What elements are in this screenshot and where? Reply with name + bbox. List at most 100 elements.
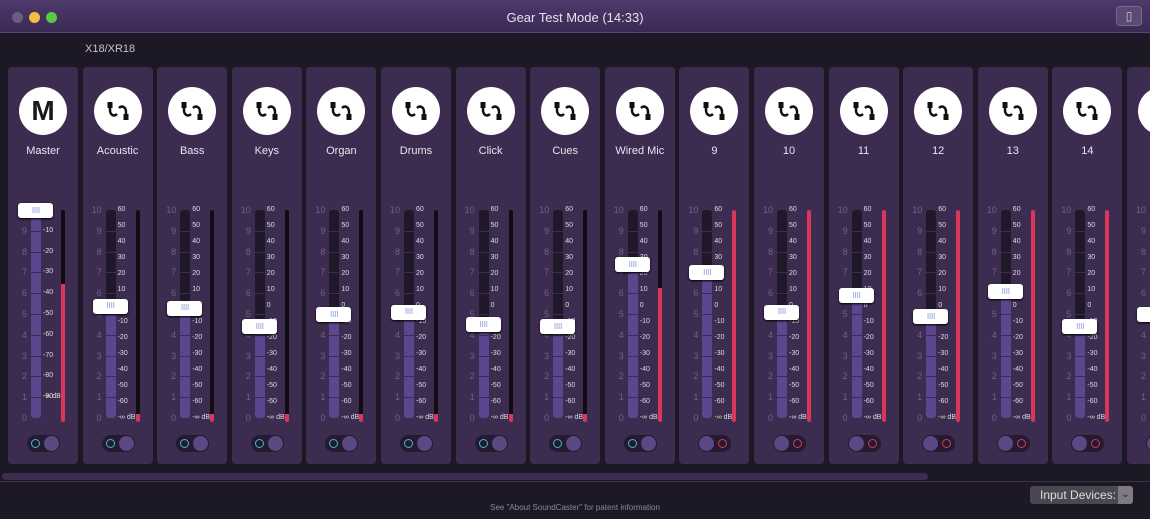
fader-segment (926, 251, 937, 253)
channel-name: Click (478, 145, 503, 157)
route-toggle[interactable] (250, 435, 284, 452)
fader-knob[interactable]: ⠿⠿ (689, 265, 725, 281)
fader-track[interactable] (553, 210, 564, 418)
cable-icon[interactable] (168, 87, 217, 135)
fader-knob[interactable]: ⠿⠿ (316, 307, 352, 322)
scrollbar-thumb[interactable] (2, 473, 928, 480)
fader-track[interactable] (851, 210, 862, 418)
cable-icon[interactable] (839, 87, 888, 135)
fader-segment (926, 355, 937, 357)
fader-segment (404, 334, 414, 336)
fader-track[interactable] (627, 210, 638, 418)
cable-icon[interactable] (765, 87, 813, 135)
fader-knob[interactable]: ⠿⠿ (465, 317, 501, 333)
route-toggle[interactable] (847, 435, 881, 452)
fader-track[interactable] (478, 210, 489, 418)
fader-knob[interactable]: ⠿⠿ (764, 304, 799, 320)
db-scale-label: -∞ dB (1012, 414, 1031, 421)
fader-knob[interactable]: ⠿⠿ (1062, 319, 1098, 335)
fader-knob[interactable]: ⠿⠿ (18, 203, 53, 218)
fader-scale-label: 4 (320, 329, 326, 340)
db-scale-label: -30 (43, 268, 54, 276)
fader-scale-label: 8 (245, 246, 251, 257)
db-scale-label: -20 (863, 334, 874, 341)
cable-icon[interactable] (1138, 87, 1150, 135)
cable-icon[interactable] (317, 87, 366, 135)
fader-scale-label: 2 (394, 371, 400, 382)
route-toggle[interactable] (1071, 435, 1105, 452)
fader-track[interactable] (1000, 210, 1011, 418)
fader-knob[interactable]: ⠿⠿ (241, 319, 277, 335)
fader-scale-label: 7 (21, 267, 27, 278)
fader-knob[interactable]: ⠿⠿ (391, 304, 426, 320)
cable-icon[interactable] (914, 87, 963, 135)
fader-scale-label: 5 (618, 309, 624, 319)
db-scale-label: -60 (490, 398, 501, 405)
db-scale-label: -60 (714, 398, 725, 405)
db-scale-label: 40 (266, 238, 275, 245)
fader-knob[interactable]: ⠿⠿ (838, 288, 874, 304)
db-scale-label: -∞ dB (938, 414, 957, 421)
horizontal-scrollbar[interactable] (0, 472, 1150, 481)
route-toggle[interactable] (400, 435, 433, 452)
db-scale-label: 20 (192, 270, 200, 277)
fader-knob[interactable]: ⠿⠿ (92, 298, 128, 314)
toggle-knob (193, 436, 209, 451)
fader-segment (31, 334, 41, 336)
meter-fill (434, 413, 438, 422)
fader-knob[interactable]: ⠿⠿ (167, 300, 203, 316)
route-toggle[interactable] (922, 435, 956, 452)
route-toggle[interactable] (176, 435, 210, 452)
fader-knob[interactable]: ⠿⠿ (614, 257, 650, 273)
divider (0, 481, 1150, 482)
db-scale-label: -60 (863, 398, 874, 405)
master-icon[interactable]: M (19, 87, 67, 135)
cable-icon[interactable] (988, 87, 1037, 135)
db-scale-label: 20 (416, 270, 424, 277)
fader-track[interactable] (31, 210, 41, 418)
fader-fill (478, 324, 489, 418)
fader-segment (851, 251, 862, 253)
route-toggle[interactable] (623, 435, 657, 452)
input-ring-icon (254, 439, 264, 448)
fader-scale-label: 1 (1140, 392, 1146, 403)
fader-track[interactable] (702, 210, 713, 418)
route-toggle[interactable] (474, 435, 508, 452)
route-toggle[interactable] (101, 435, 135, 452)
fader-knob[interactable]: ⠿⠿ (1137, 307, 1150, 322)
fader-knob[interactable]: ⠿⠿ (987, 284, 1023, 300)
phone-icon[interactable]: ▯ (1116, 6, 1142, 26)
cable-icon[interactable] (541, 87, 590, 135)
fader-knob[interactable]: ⠿⠿ (540, 319, 576, 335)
route-toggle[interactable] (1146, 435, 1150, 452)
input-devices-dropdown[interactable]: Input Devices: ⌄ (1030, 486, 1133, 504)
db-scale-label: 50 (938, 222, 946, 229)
fader-scale-label: 6 (544, 288, 550, 299)
fader-track[interactable] (254, 210, 265, 418)
route-toggle[interactable] (773, 435, 806, 452)
db-scale-label: -∞ dB (416, 414, 434, 421)
cable-icon[interactable] (615, 87, 664, 135)
cable-icon[interactable] (93, 87, 142, 135)
fader-scale-label: 10 (539, 205, 550, 215)
cable-icon[interactable] (1063, 87, 1112, 135)
fader-track[interactable] (1075, 210, 1086, 418)
channel-strip: Cues1098765432106050403020100-10-20-30-4… (530, 67, 601, 464)
fader-segment (31, 293, 41, 295)
route-toggle[interactable] (27, 435, 60, 452)
db-scale-label: -60 (341, 398, 352, 405)
cable-icon[interactable] (466, 87, 515, 135)
fader-track[interactable] (105, 210, 116, 418)
cable-icon[interactable] (242, 87, 291, 135)
route-toggle[interactable] (549, 435, 583, 452)
route-toggle[interactable] (698, 435, 732, 452)
fader-segment (180, 376, 191, 378)
db-scale-label: -30 (714, 350, 725, 357)
fader-knob[interactable]: ⠿⠿ (913, 309, 949, 325)
fader-segment (1075, 251, 1086, 253)
cable-icon[interactable] (392, 87, 440, 135)
cable-icon[interactable] (690, 87, 739, 135)
fader-scale-label: 7 (767, 267, 773, 278)
route-toggle[interactable] (325, 435, 359, 452)
route-toggle[interactable] (996, 435, 1030, 452)
